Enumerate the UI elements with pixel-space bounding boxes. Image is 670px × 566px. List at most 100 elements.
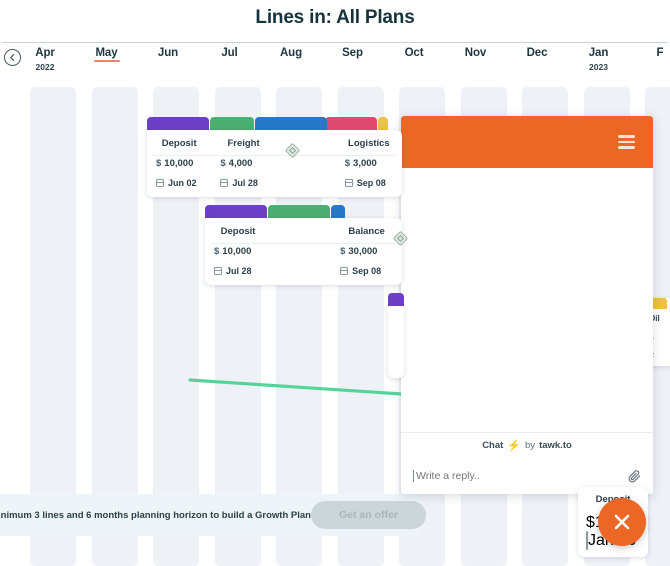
- growth-plan-banner: inimum 3 lines and 6 months planning hor…: [0, 494, 426, 536]
- currency-symbol: $: [340, 246, 346, 257]
- burger-bar: [618, 140, 635, 144]
- cell-date: Jul 28: [220, 178, 266, 188]
- plan-row-2[interactable]: Deposit $10,000 Jul 28 Balance $30,000 S…: [205, 205, 409, 285]
- cell-title: Deposit: [161, 138, 197, 149]
- timeline-month-jan[interactable]: Jan 2023: [568, 47, 630, 72]
- month-label: Apr: [35, 47, 55, 59]
- plan-cell[interactable]: Deposit $10,000 Jul 28: [205, 218, 271, 285]
- timeline-month-oct[interactable]: Oct: [383, 47, 445, 59]
- cell-amount: $30,000: [340, 246, 393, 257]
- timeline-month-apr[interactable]: Apr 2022: [14, 47, 76, 72]
- month-year-label: 2022: [35, 62, 55, 72]
- timeline-month-jul[interactable]: Jul: [199, 47, 261, 59]
- plan-row-1-tabs: [147, 117, 402, 130]
- date-value: Jul 28: [232, 178, 258, 188]
- month-label: Jan: [588, 47, 609, 59]
- brand-by: by: [525, 440, 536, 451]
- chat-reply-input[interactable]: [413, 470, 627, 482]
- close-chat-button[interactable]: [598, 498, 646, 546]
- month-year-label: 2023: [589, 62, 608, 72]
- month-label: Jul: [221, 47, 238, 59]
- month-label: May: [95, 47, 118, 59]
- plan-cell[interactable]: Freight $4,000 Jul 28: [211, 130, 275, 197]
- timeline-month-nov[interactable]: Nov: [445, 47, 507, 59]
- cell-title: Balance: [348, 226, 385, 237]
- cell-date: Jun 02: [156, 178, 202, 188]
- timeline-month-dec[interactable]: Dec: [506, 47, 568, 59]
- plan-card-row-2[interactable]: Deposit $10,000 Jul 28 Balance $30,000 S…: [205, 218, 402, 285]
- hamburger-menu-icon[interactable]: [618, 135, 635, 149]
- currency-symbol: $: [214, 246, 220, 257]
- currency-symbol: $: [586, 514, 595, 531]
- cell-title: Logistics: [348, 138, 390, 149]
- plan-row-1[interactable]: Deposit $10,000 Jun 02 Freight $4,000 Ju…: [147, 117, 402, 197]
- amount-value: 3,000: [353, 158, 377, 169]
- calendar-icon: [220, 179, 229, 187]
- amount-value: 10,000: [222, 246, 252, 257]
- get-an-offer-button[interactable]: Get an offer: [310, 501, 426, 529]
- plan-tab[interactable]: [331, 205, 345, 218]
- currency-symbol: $: [220, 158, 226, 169]
- chat-widget[interactable]: Hello, I have a question Chat ⚡ by tawk.…: [401, 116, 653, 494]
- plan-tab[interactable]: [205, 205, 267, 218]
- plan-row-3-partial[interactable]: [388, 293, 405, 378]
- chat-message-list: Hello, I have a question: [401, 168, 653, 432]
- banner-text: inimum 3 lines and 6 months planning hor…: [0, 509, 311, 521]
- month-label: Nov: [464, 47, 487, 59]
- date-value: Sep 08: [352, 266, 382, 276]
- plan-tab[interactable]: [210, 117, 254, 130]
- calendar-icon: [586, 531, 588, 550]
- timeline-month-sep[interactable]: Sep: [322, 47, 384, 59]
- month-label: Oct: [404, 47, 424, 59]
- month-label: Sep: [342, 47, 363, 59]
- date-value: Sep 08: [356, 178, 386, 188]
- timeline-month-f[interactable]: F: [629, 47, 670, 59]
- plan-cell[interactable]: Logistics $3,000 Sep 08: [336, 130, 402, 197]
- plan-cell[interactable]: Deposit $10,000 Jun 02: [147, 130, 211, 197]
- close-icon: [614, 514, 630, 530]
- timeline-month-aug[interactable]: Aug: [260, 47, 322, 59]
- plan-tab[interactable]: [268, 205, 330, 218]
- paperclip-icon[interactable]: [627, 469, 641, 483]
- plan-card-row-3[interactable]: [388, 306, 404, 378]
- chat-branding: Chat ⚡ by tawk.to: [401, 432, 653, 458]
- cell-date: Sep 08: [340, 266, 393, 276]
- date-value: Jul 28: [226, 266, 252, 276]
- calendar-icon: [340, 267, 349, 275]
- plan-row-2-tabs: [205, 205, 402, 218]
- timeline-month-jun[interactable]: Jun: [137, 47, 199, 59]
- brand-name[interactable]: tawk.to: [539, 440, 572, 451]
- bolt-icon: ⚡: [507, 440, 522, 452]
- burger-bar: [618, 146, 635, 149]
- brand-prefix: Chat: [482, 440, 504, 451]
- plan-card-row-1[interactable]: Deposit $10,000 Jun 02 Freight $4,000 Ju…: [147, 130, 402, 197]
- plan-row-3-tab: [388, 293, 404, 306]
- plan-cell[interactable]: Balance $30,000 Sep 08: [331, 218, 402, 285]
- cell-amount: $10,000: [214, 246, 262, 257]
- currency-symbol: $: [344, 158, 351, 169]
- cell-amount: $10,000: [156, 158, 202, 169]
- plan-cell-spacer: [271, 218, 331, 285]
- calendar-icon: [156, 179, 164, 187]
- chat-header: [401, 116, 653, 168]
- cell-amount: $4,000: [220, 158, 266, 169]
- cell-amount: $3,000: [345, 158, 393, 169]
- page-title: Lines in: All Plans: [255, 7, 415, 28]
- plan-tab[interactable]: [255, 117, 327, 130]
- plan-tab[interactable]: [147, 117, 209, 130]
- app-root: Lines in: All Plans Apr 2022 May Jun Jul Aug S…: [0, 0, 670, 566]
- month-label: Aug: [279, 47, 303, 59]
- date-value: Jun 02: [168, 178, 197, 188]
- timeline-divider: [2, 42, 668, 43]
- month-label: F: [656, 47, 664, 59]
- month-label: Dec: [526, 47, 548, 59]
- currency-symbol: $: [156, 158, 162, 169]
- amount-value: 10,000: [164, 158, 194, 169]
- timeline-month-may[interactable]: May: [76, 47, 138, 62]
- month-label: Jun: [157, 47, 179, 59]
- calendar-icon: [214, 267, 222, 275]
- calendar-icon: [344, 179, 353, 187]
- plan-cell-spacer: [276, 130, 336, 197]
- cell-date: Jul 28: [214, 266, 262, 276]
- amount-value: 4,000: [228, 158, 253, 169]
